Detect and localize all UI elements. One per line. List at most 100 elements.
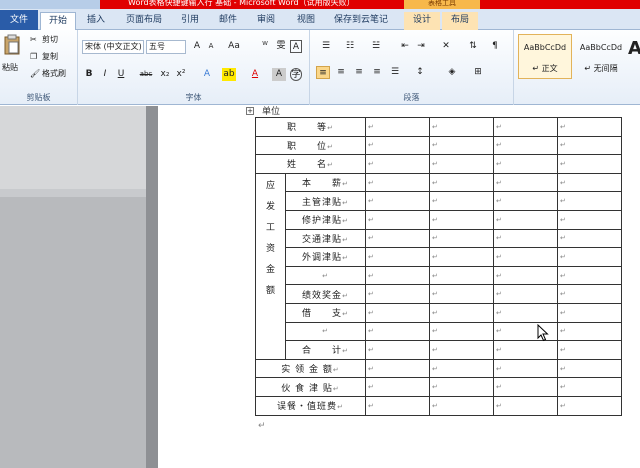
empty-cell[interactable]: ↵ [429,395,494,416]
font-size-select[interactable]: 五号 [146,40,186,54]
pinyin-guide-icon[interactable]: ᵂ [258,40,272,53]
empty-cell[interactable]: ↵ [493,172,558,193]
empty-cell[interactable]: ↵ [365,135,430,156]
empty-cell[interactable]: ↵ [429,340,494,360]
row-label-cell[interactable]: 职 位↵ [255,135,366,156]
empty-cell[interactable]: ↵ [429,209,494,230]
text-effects-button[interactable]: A [200,68,214,81]
highlight-button[interactable]: ab [222,68,236,81]
empty-cell[interactable]: ↵ [493,358,558,379]
empty-cell[interactable]: ↵ [429,172,494,193]
empty-cell[interactable]: ↵ [365,191,430,211]
superscript-button[interactable]: x² [174,68,188,81]
empty-cell[interactable]: ↵ [493,209,558,230]
shading-button[interactable]: ◈ [442,66,462,79]
underline-button[interactable]: U [114,68,128,81]
empty-cell[interactable]: ↵ [493,117,558,137]
tab-save-cloud-note[interactable]: 保存到云笔记 [328,12,394,30]
empty-cell[interactable]: ↵ [365,117,430,137]
empty-cell[interactable]: ↵ [557,228,622,249]
strikethrough-button[interactable]: abc [136,68,156,81]
tab-insert[interactable]: 插入 [80,12,112,30]
increase-indent-button[interactable]: ⇥ [414,40,428,53]
bullets-button[interactable]: ☰ [316,40,336,53]
font-name-select[interactable]: 宋体 (中文正文) [82,40,144,54]
change-case-button[interactable]: Aa [224,40,244,53]
paste-button[interactable]: 粘贴 [2,32,24,90]
empty-cell[interactable]: ↵ [557,172,622,193]
empty-cell[interactable]: ↵ [365,321,430,342]
row-label-cell[interactable]: ↵ [285,265,366,286]
table-move-handle[interactable]: + [246,107,254,115]
group-label-cell[interactable]: 应发工资金额 [255,172,286,360]
show-marks-button[interactable]: ¶ [488,40,502,53]
empty-cell[interactable]: ↵ [557,117,622,137]
justify-button[interactable]: ≡ [370,66,384,79]
empty-cell[interactable]: ↵ [557,377,622,397]
empty-cell[interactable]: ↵ [493,154,558,174]
tab-file[interactable]: 文件 [0,10,38,30]
style-heading-partial[interactable]: A [628,38,640,59]
empty-cell[interactable]: ↵ [365,265,430,286]
row-label-cell[interactable]: ↵ [285,321,366,342]
align-center-button[interactable]: ≡ [334,66,348,79]
style-no-spacing[interactable]: AaBbCcDd ↵ 无间隔 [574,34,628,79]
tab-view[interactable]: 视图 [290,12,322,30]
empty-cell[interactable]: ↵ [365,377,430,397]
cut-button[interactable]: ✂ 剪切 [30,34,58,45]
copy-button[interactable]: ❐ 复制 [30,51,58,62]
empty-cell[interactable]: ↵ [429,247,494,267]
borders-button[interactable]: ⊞ [468,66,488,79]
row-label-cell[interactable]: 修护津贴↵ [285,209,366,230]
row-label-cell[interactable]: 误餐・值班费↵ [255,395,366,416]
empty-cell[interactable]: ↵ [365,340,430,360]
empty-cell[interactable]: ↵ [557,395,622,416]
empty-cell[interactable]: ↵ [429,377,494,397]
quick-access-toolbar[interactable] [0,0,100,9]
empty-cell[interactable]: ↵ [557,265,622,286]
empty-cell[interactable]: ↵ [429,358,494,379]
chinese-layout-button[interactable]: ✕ [436,40,456,53]
empty-cell[interactable]: ↵ [429,135,494,156]
empty-cell[interactable]: ↵ [557,340,622,360]
empty-cell[interactable]: ↵ [365,302,430,323]
empty-cell[interactable]: ↵ [365,172,430,193]
empty-cell[interactable]: ↵ [493,247,558,267]
numbering-button[interactable]: ☷ [340,40,360,53]
empty-cell[interactable]: ↵ [557,135,622,156]
format-painter-button[interactable]: 🖌 格式刷 [30,68,66,79]
row-label-cell[interactable]: 姓 名↵ [255,154,366,174]
multilevel-list-button[interactable]: ☱ [366,40,386,53]
empty-cell[interactable]: ↵ [429,302,494,323]
empty-cell[interactable]: ↵ [557,284,622,304]
empty-cell[interactable]: ↵ [365,154,430,174]
empty-cell[interactable]: ↵ [557,154,622,174]
empty-cell[interactable]: ↵ [365,247,430,267]
sort-button[interactable]: ⇅ [466,40,480,53]
row-label-cell[interactable]: 实 领 金 额↵ [255,358,366,379]
empty-cell[interactable]: ↵ [493,340,558,360]
empty-cell[interactable]: ↵ [365,284,430,304]
row-label-cell[interactable]: 借 支↵ [285,302,366,323]
empty-cell[interactable]: ↵ [429,284,494,304]
shrink-font-button[interactable]: A [204,40,218,53]
grow-font-button[interactable]: A [190,40,204,53]
empty-cell[interactable]: ↵ [429,191,494,211]
empty-cell[interactable]: ↵ [365,209,430,230]
row-label-cell[interactable]: 交通津贴↵ [285,228,366,249]
empty-cell[interactable]: ↵ [493,191,558,211]
empty-cell[interactable]: ↵ [365,358,430,379]
empty-cell[interactable]: ↵ [493,395,558,416]
decrease-indent-button[interactable]: ⇤ [398,40,412,53]
bold-button[interactable]: B [82,68,96,81]
empty-cell[interactable]: ↵ [557,247,622,267]
empty-cell[interactable]: ↵ [365,395,430,416]
empty-cell[interactable]: ↵ [429,265,494,286]
empty-cell[interactable]: ↵ [557,209,622,230]
enclose-char-button[interactable]: 字 [290,68,302,81]
empty-cell[interactable]: ↵ [493,377,558,397]
row-label-cell[interactable]: 本 薪↵ [285,172,366,193]
empty-cell[interactable]: ↵ [493,135,558,156]
tab-layout[interactable]: 布局 [442,12,478,30]
empty-cell[interactable]: ↵ [365,228,430,249]
